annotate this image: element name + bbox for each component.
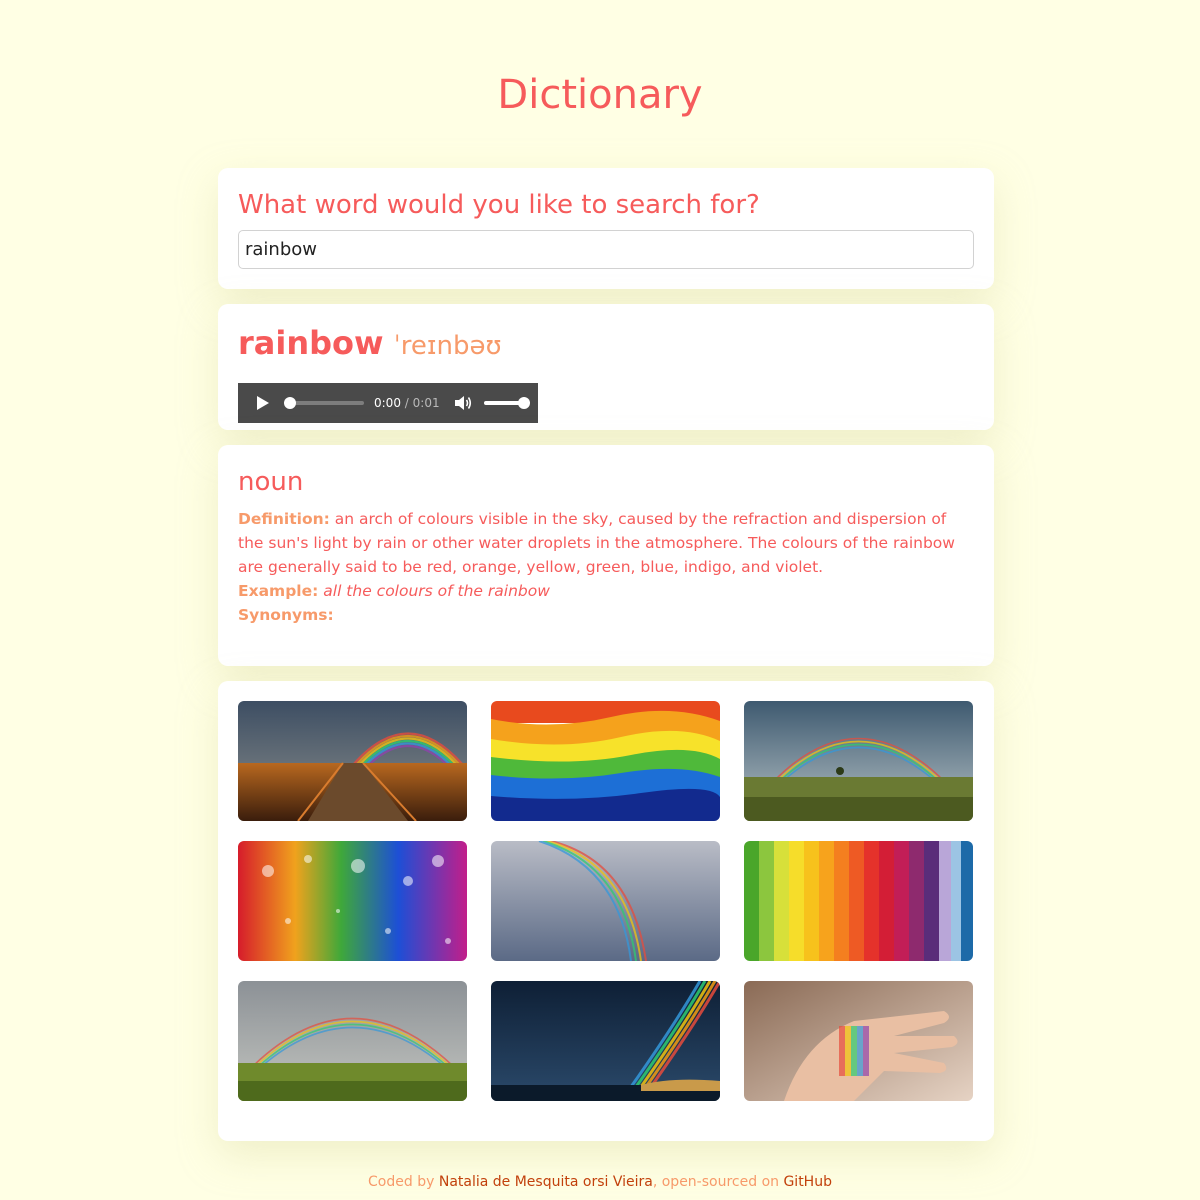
photo-rainbow-hand[interactable] — [744, 981, 973, 1101]
example-text: all the colours of the rainbow — [323, 582, 550, 600]
photo-grid — [238, 701, 974, 1101]
word-title: rainbow — [238, 324, 384, 362]
rainbow-hand-photo — [744, 981, 973, 1101]
volume-slider[interactable] — [483, 397, 530, 409]
photo-rainbow-paint[interactable] — [491, 701, 720, 821]
audio-progress-bar[interactable] — [284, 397, 364, 409]
photo-rainbow-field[interactable] — [744, 701, 973, 821]
part-of-speech: noun — [238, 467, 304, 497]
rainbow-sea-photo — [491, 981, 720, 1101]
author-link[interactable]: Natalia de Mesquita orsi Vieira — [439, 1174, 653, 1190]
play-icon[interactable] — [256, 395, 270, 411]
footer-open-sourced: , open-sourced on — [652, 1174, 784, 1190]
audio-current-time: 0:00 — [374, 396, 401, 410]
definition-row: Definition: an arch of colours visible i… — [238, 507, 974, 579]
rainbow-meadow-photo — [238, 981, 467, 1101]
meaning-panel: noun Definition: an arch of colours visi… — [218, 445, 994, 666]
photo-rainbow-meadow[interactable] — [238, 981, 467, 1101]
page-title: Dictionary — [497, 72, 703, 118]
audio-progress-knob[interactable] — [284, 397, 296, 409]
definition-text: an arch of colours visible in the sky, c… — [238, 510, 955, 576]
github-link[interactable]: GitHub — [783, 1174, 832, 1190]
audio-time-separator: / — [404, 396, 409, 410]
photo-rainbow-glitter[interactable] — [238, 841, 467, 961]
search-heading: What word would you like to search for? — [238, 190, 760, 220]
audio-time: 0:00 / 0:01 — [374, 396, 440, 410]
photo-rainbow-boardwalk[interactable] — [238, 701, 467, 821]
word-header: rainbow ˈreɪnbəʊ — [238, 324, 974, 364]
footer: Coded by Natalia de Mesquita orsi Vieira… — [0, 1174, 1200, 1190]
rainbow-boardwalk-photo — [238, 701, 467, 821]
audio-duration: 0:01 — [412, 396, 440, 410]
rainbow-paint-photo — [491, 701, 720, 821]
rainbow-glitter-photo — [238, 841, 467, 961]
photo-rainbow-paper-strips[interactable] — [744, 841, 973, 961]
synonyms-row: Synonyms: — [238, 603, 974, 627]
example-row: Example: all the colours of the rainbow — [238, 579, 974, 603]
footer-coded-by: Coded by — [368, 1174, 439, 1190]
dictionary-app: Dictionary What word would you like to s… — [0, 0, 1200, 1200]
rainbow-field-photo — [744, 701, 973, 821]
rainbow-paper-strips-photo — [744, 841, 973, 961]
phonetic-text: ˈreɪnbəʊ — [393, 331, 502, 361]
meaning-body: Definition: an arch of colours visible i… — [238, 507, 974, 627]
audio-player[interactable]: 0:00 / 0:01 — [238, 383, 538, 423]
search-input[interactable] — [238, 230, 974, 269]
definition-label: Definition: — [238, 510, 330, 528]
photos-panel — [218, 681, 994, 1141]
volume-knob[interactable] — [517, 397, 530, 409]
photo-rainbow-sea[interactable] — [491, 981, 720, 1101]
synonyms-label: Synonyms: — [238, 606, 334, 624]
rainbow-sky-photo — [491, 841, 720, 961]
example-label: Example: — [238, 582, 319, 600]
word-panel: rainbow ˈreɪnbəʊ 0:00 / 0:01 — [218, 304, 994, 430]
photo-rainbow-sky[interactable] — [491, 841, 720, 961]
volume-icon[interactable] — [454, 395, 472, 411]
search-panel: What word would you like to search for? — [218, 168, 994, 289]
